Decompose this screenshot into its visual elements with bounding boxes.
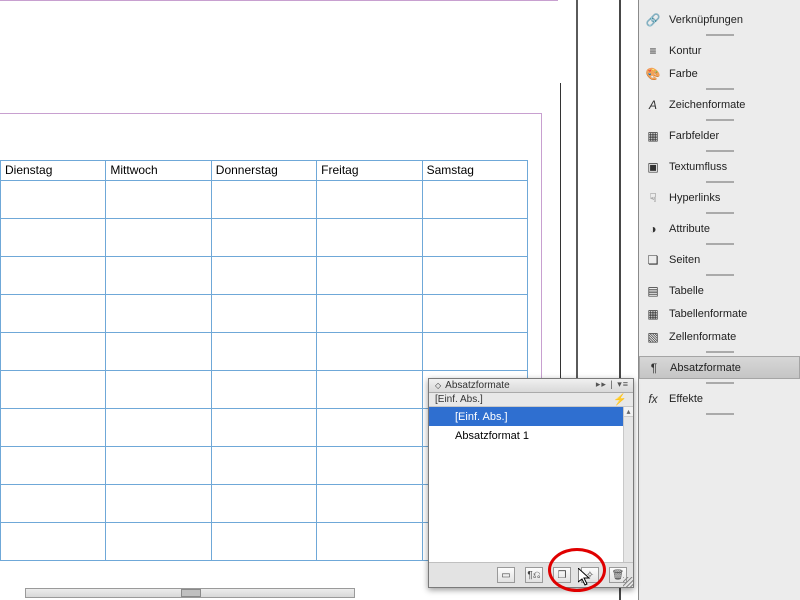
resize-handle[interactable] [623, 577, 633, 587]
panel-effekte[interactable]: fx Effekte [639, 387, 800, 410]
new-style-button[interactable]: ✧ [581, 567, 599, 583]
quick-apply-icon[interactable]: ⚡ [613, 393, 627, 406]
panel-grip[interactable] [706, 119, 734, 121]
panel-attribute[interactable]: ◑ Attribute [639, 217, 800, 240]
panel-grip[interactable] [706, 150, 734, 152]
panel-grip[interactable] [706, 34, 734, 36]
fx-icon: fx [645, 391, 661, 407]
panel-menu-icon[interactable]: ▸▸ | ▾≡ [596, 379, 629, 390]
folder-button[interactable]: ▭ [497, 567, 515, 583]
char-style-icon: A [645, 97, 661, 113]
panel-title-label: Absatzformate [445, 380, 509, 391]
list-item[interactable]: Absatzformat 1 [429, 426, 623, 445]
panel-verknuepfungen[interactable]: 🔗 Verknüpfungen [639, 8, 800, 31]
panel-seiten[interactable]: ❏ Seiten [639, 248, 800, 271]
panel-label: Kontur [669, 45, 701, 57]
table-style-icon: ▦ [645, 306, 661, 322]
collapse-icon[interactable]: ◇ [435, 381, 441, 390]
panel-label: Farbe [669, 68, 698, 80]
link-icon: 🔗 [645, 12, 661, 28]
panel-footer: ▭ ¶⎌ ❐ ✧ 🗑 [429, 563, 633, 587]
absatzformate-panel[interactable]: ◇ Absatzformate ▸▸ | ▾≡ [Einf. Abs.] ⚡ [… [428, 378, 634, 588]
panel-zeichenformate[interactable]: A Zeichenformate [639, 93, 800, 116]
table-header[interactable]: Mittwoch [106, 161, 211, 181]
panel-grip[interactable] [706, 212, 734, 214]
current-style-row: [Einf. Abs.] ⚡ [429, 393, 633, 407]
panel-label: Seiten [669, 254, 700, 266]
stroke-icon: ≡ [645, 43, 661, 59]
cell-style-icon: ▧ [645, 329, 661, 345]
color-icon: 🎨 [645, 66, 661, 82]
style-list[interactable]: [Einf. Abs.] Absatzformat 1 ▴ [429, 407, 633, 563]
panel-hyperlinks[interactable]: ☟ Hyperlinks [639, 186, 800, 209]
scroll-up-icon[interactable]: ▴ [624, 407, 633, 417]
page-shadow [576, 0, 578, 380]
panel-tabellenformate[interactable]: ▦ Tabellenformate [639, 302, 800, 325]
pages-icon: ❏ [645, 252, 661, 268]
panel-label: Zellenformate [669, 331, 736, 343]
panel-zellenformate[interactable]: ▧ Zellenformate [639, 325, 800, 348]
panel-label: Tabellenformate [669, 308, 747, 320]
list-item-label: [Einf. Abs.] [455, 411, 508, 423]
horizontal-scrollbar[interactable] [25, 588, 355, 598]
attribute-icon: ◑ [645, 221, 661, 237]
textwrap-icon: ▣ [645, 159, 661, 175]
panel-tabelle[interactable]: ▤ Tabelle [639, 279, 800, 302]
current-style-label: [Einf. Abs.] [435, 394, 483, 405]
panel-textumfluss[interactable]: ▣ Textumfluss [639, 155, 800, 178]
panel-dock: 🔗 Verknüpfungen ≡ Kontur 🎨 Farbe A Zeich… [638, 0, 800, 600]
panel-label: Tabelle [669, 285, 704, 297]
panel-titlebar[interactable]: ◇ Absatzformate ▸▸ | ▾≡ [429, 379, 633, 393]
table-header[interactable]: Donnerstag [211, 161, 316, 181]
clear-override-button[interactable]: ¶⎌ [525, 567, 543, 583]
panel-farbfelder[interactable]: ▦ Farbfelder [639, 124, 800, 147]
panel-kontur[interactable]: ≡ Kontur [639, 39, 800, 62]
margin-guide-top [0, 0, 558, 1]
list-item[interactable]: [Einf. Abs.] [429, 407, 623, 426]
panel-grip[interactable] [706, 274, 734, 276]
scrollbar-thumb[interactable] [181, 589, 201, 597]
panel-label: Absatzformate [670, 362, 741, 374]
table-header[interactable]: Samstag [422, 161, 527, 181]
table-header[interactable]: Freitag [317, 161, 422, 181]
panel-farbe[interactable]: 🎨 Farbe [639, 62, 800, 85]
panel-label: Farbfelder [669, 130, 719, 142]
panel-grip[interactable] [706, 181, 734, 183]
panel-absatzformate[interactable]: ¶ Absatzformate [639, 356, 800, 379]
panel-label: Zeichenformate [669, 99, 745, 111]
hyperlink-icon: ☟ [645, 190, 661, 206]
swatches-icon: ▦ [645, 128, 661, 144]
panel-label: Effekte [669, 393, 703, 405]
table-header[interactable]: Dienstag [1, 161, 106, 181]
list-scrollbar[interactable]: ▴ [623, 407, 633, 562]
panel-grip[interactable] [706, 88, 734, 90]
panel-label: Textumfluss [669, 161, 727, 173]
para-style-icon: ¶ [646, 360, 662, 376]
panel-grip[interactable] [706, 243, 734, 245]
panel-grip[interactable] [706, 382, 734, 384]
new-group-button[interactable]: ❐ [553, 567, 571, 583]
panel-grip[interactable] [706, 413, 734, 415]
table-icon: ▤ [645, 283, 661, 299]
panel-grip[interactable] [706, 351, 734, 353]
panel-label: Verknüpfungen [669, 14, 743, 26]
panel-label: Hyperlinks [669, 192, 720, 204]
panel-label: Attribute [669, 223, 710, 235]
list-item-label: Absatzformat 1 [455, 430, 529, 442]
